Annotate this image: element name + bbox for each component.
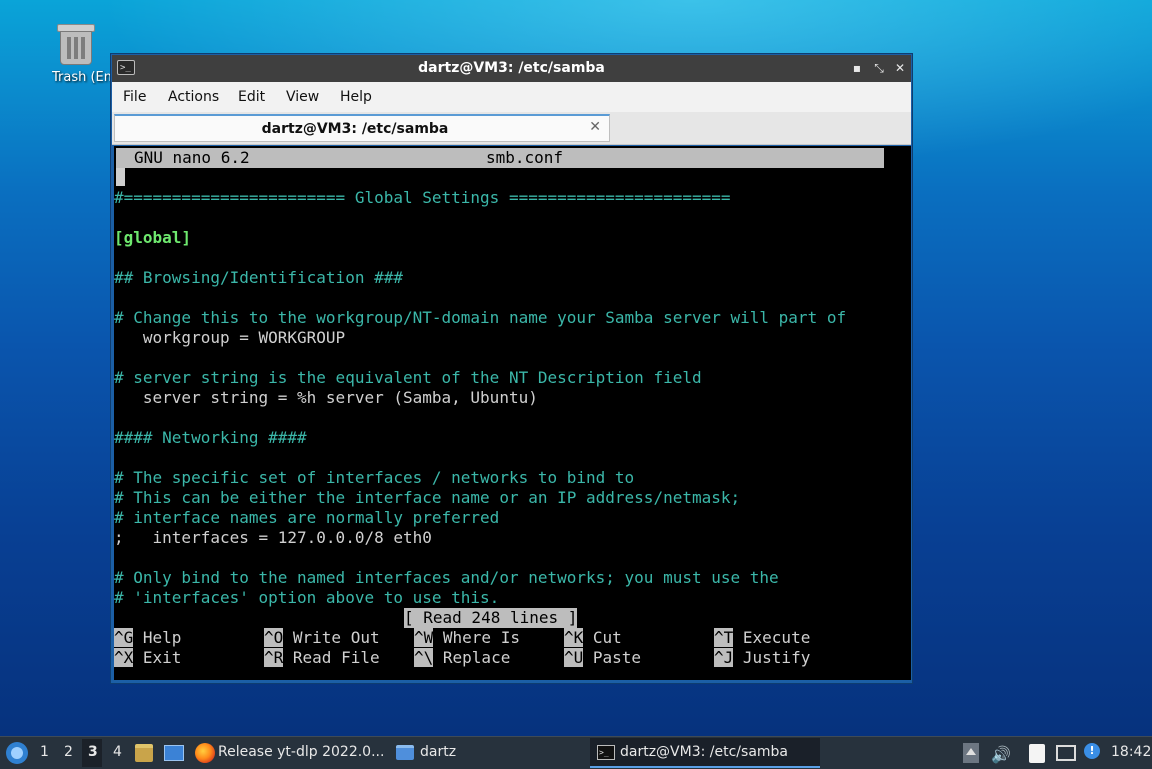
shortcut-label: Exit bbox=[133, 648, 182, 667]
workspace-1[interactable]: 1 bbox=[40, 744, 49, 760]
editor-line: # The specific set of interfaces / netwo… bbox=[114, 468, 635, 487]
editor-line: workgroup = WORKGROUP bbox=[114, 328, 346, 347]
shortcut-key: ^K bbox=[564, 628, 584, 647]
shortcut-label: Cut bbox=[583, 628, 622, 647]
clock[interactable]: 18:42 bbox=[1111, 744, 1151, 760]
firefox-icon bbox=[195, 743, 215, 763]
show-desktop-icon[interactable] bbox=[164, 745, 184, 761]
terminal-window: >_ dartz@VM3: /etc/samba ▪ ⤡ ✕ File Acti… bbox=[110, 53, 913, 684]
shortcut-justify[interactable]: ^J Justify bbox=[714, 648, 810, 668]
nano-filename: smb.conf bbox=[486, 148, 564, 167]
folder-icon bbox=[396, 745, 414, 760]
task-terminal-label[interactable]: dartz@VM3: /etc/samba bbox=[620, 744, 788, 760]
shortcut-key: ^W bbox=[414, 628, 434, 647]
shortcut-read-file[interactable]: ^R Read File bbox=[264, 648, 380, 668]
editor-line: # Change this to the workgroup/NT-domain… bbox=[114, 308, 847, 327]
shortcut-key: ^\ bbox=[414, 648, 434, 667]
start-menu-icon[interactable] bbox=[6, 742, 28, 764]
menu-actions[interactable]: Actions bbox=[168, 89, 219, 105]
shortcut-label: Read File bbox=[283, 648, 380, 667]
shortcut-key: ^X bbox=[114, 648, 134, 667]
terminal-screen[interactable]: GNU nano 6.2 smb.conf #=================… bbox=[114, 146, 911, 680]
shortcut-replace[interactable]: ^\ Replace bbox=[414, 648, 510, 668]
shortcut-label: Paste bbox=[583, 648, 642, 667]
window-titlebar[interactable]: >_ dartz@VM3: /etc/samba ▪ ⤡ ✕ bbox=[112, 55, 911, 82]
terminal-icon: >_ bbox=[597, 745, 615, 760]
notes-app-icon[interactable] bbox=[135, 744, 153, 762]
workspace-2[interactable]: 2 bbox=[64, 744, 73, 760]
tab-bar: dartz@VM3: /etc/samba ✕ bbox=[112, 112, 911, 145]
menu-file[interactable]: File bbox=[123, 89, 146, 105]
workspace-4[interactable]: 4 bbox=[113, 744, 122, 760]
clipboard-icon[interactable] bbox=[1029, 744, 1045, 763]
shortcut-key: ^J bbox=[714, 648, 734, 667]
notification-icon[interactable]: ! bbox=[1084, 743, 1100, 759]
shortcut-paste[interactable]: ^U Paste bbox=[564, 648, 641, 668]
nano-version: GNU nano 6.2 bbox=[134, 148, 250, 167]
shortcut-exit[interactable]: ^X Exit bbox=[114, 648, 181, 668]
trash-desktop-icon[interactable]: Trash (Empty) bbox=[30, 22, 143, 85]
shortcut-cut[interactable]: ^K Cut bbox=[564, 628, 622, 648]
editor-line: # This can be either the interface name … bbox=[114, 488, 741, 507]
editor-line: # server string is the equivalent of the… bbox=[114, 368, 702, 387]
shortcut-write-out[interactable]: ^O Write Out bbox=[264, 628, 380, 648]
shortcut-label: Execute bbox=[733, 628, 811, 647]
nano-status: [ Read 248 lines ] bbox=[404, 608, 578, 628]
shortcut-label: Replace bbox=[433, 648, 511, 667]
menu-view[interactable]: View bbox=[286, 89, 319, 105]
editor-line: ## Browsing/Identification ### bbox=[114, 268, 403, 287]
editor-line: # Only bind to the named interfaces and/… bbox=[114, 568, 779, 587]
editor-line: [global] bbox=[114, 228, 192, 247]
trash-icon: Trash (Empty) bbox=[52, 22, 143, 85]
shortcut-label: Help bbox=[133, 628, 182, 647]
editor-line: ; interfaces = 127.0.0.0/8 eth0 bbox=[114, 528, 432, 547]
task-firefox[interactable]: Release yt-dlp 2022.0... bbox=[218, 744, 384, 760]
shortcut-key: ^R bbox=[264, 648, 284, 667]
editor-line: # 'interfaces' option above to use this. bbox=[114, 588, 500, 607]
volume-icon[interactable]: 🔊 bbox=[991, 745, 1011, 764]
nano-header: GNU nano 6.2 smb.conf bbox=[116, 148, 884, 168]
menu-help[interactable]: Help bbox=[340, 89, 372, 105]
shortcut-key: ^G bbox=[114, 628, 134, 647]
shortcut-key: ^T bbox=[714, 628, 734, 647]
shortcut-key: ^U bbox=[564, 648, 584, 667]
text-cursor bbox=[116, 168, 125, 186]
editor-line: #======================= Global Settings… bbox=[114, 188, 731, 207]
editor-line: # interface names are normally preferred bbox=[114, 508, 500, 527]
shortcut-key: ^O bbox=[264, 628, 284, 647]
shortcut-where-is[interactable]: ^W Where Is bbox=[414, 628, 520, 648]
shortcut-help[interactable]: ^G Help bbox=[114, 628, 181, 648]
shortcut-label: Justify bbox=[733, 648, 811, 667]
tab-close-icon[interactable]: ✕ bbox=[589, 119, 601, 135]
task-file-manager[interactable]: dartz bbox=[420, 744, 456, 760]
maximize-button[interactable]: ⤡ bbox=[870, 59, 888, 77]
tab-terminal[interactable]: dartz@VM3: /etc/samba ✕ bbox=[114, 114, 610, 142]
shortcut-execute[interactable]: ^T Execute bbox=[714, 628, 810, 648]
shortcut-label: Write Out bbox=[283, 628, 380, 647]
scroll-up-icon[interactable] bbox=[963, 743, 979, 763]
close-button[interactable]: ✕ bbox=[891, 59, 909, 77]
menu-edit[interactable]: Edit bbox=[238, 89, 265, 105]
menubar: File Actions Edit View Help bbox=[112, 82, 911, 112]
window-title: dartz@VM3: /etc/samba bbox=[418, 60, 605, 76]
shortcut-label: Where Is bbox=[433, 628, 520, 647]
network-icon[interactable] bbox=[1056, 745, 1076, 761]
minimize-button[interactable]: ▪ bbox=[848, 59, 866, 77]
taskbar: 1 2 3 4 Release yt-dlp 2022.0... dartz >… bbox=[0, 736, 1152, 769]
editor-line: #### Networking #### bbox=[114, 428, 307, 447]
tab-label: dartz@VM3: /etc/samba bbox=[261, 121, 449, 137]
workspace-3[interactable]: 3 bbox=[88, 744, 98, 760]
editor-line: server string = %h server (Samba, Ubuntu… bbox=[114, 388, 538, 407]
